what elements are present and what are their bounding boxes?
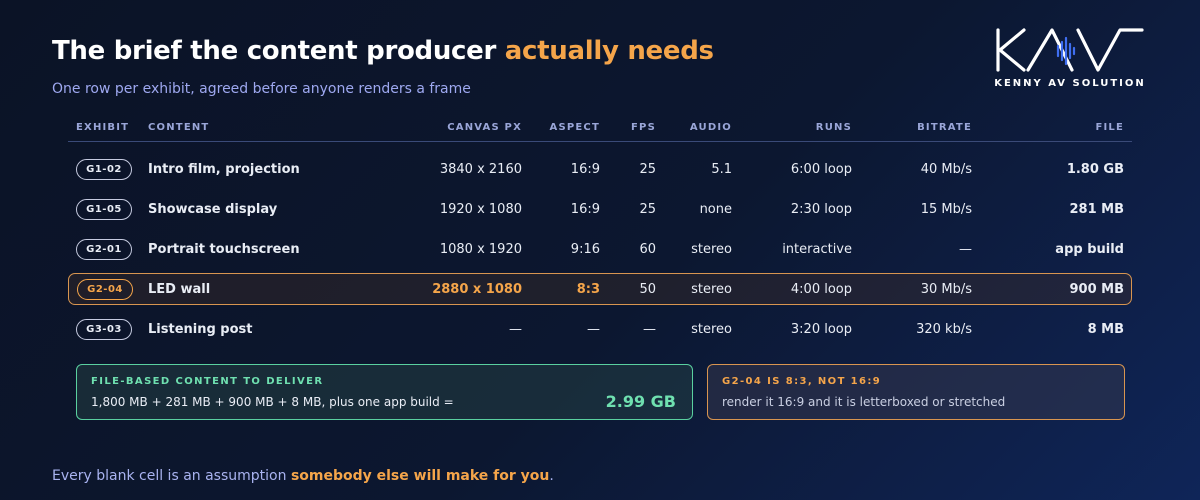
exhibit-pill: G1-05 [76, 199, 132, 220]
cell-audio: none [699, 202, 732, 217]
footer-accent: somebody else will make for you [290, 468, 550, 484]
header-exhibit: EXHIBIT [76, 122, 130, 133]
footer-note: Every blank cell is an assumption somebo… [52, 468, 554, 484]
header-aspect: ASPECT [549, 122, 600, 133]
logo: KENNY AV SOLUTION [990, 26, 1150, 92]
page-subtitle: One row per exhibit, agreed before anyon… [52, 81, 471, 97]
cell-aspect: 9:16 [570, 242, 600, 257]
cell-aspect: — [587, 322, 600, 337]
cell-canvas: 1080 x 1920 [439, 242, 522, 257]
cell-fps: 50 [639, 282, 656, 297]
exhibit-table: EXHIBIT CONTENT CANVAS PX ASPECT FPS AUD… [68, 112, 1132, 340]
cell-bitrate: 40 Mb/s [920, 162, 972, 177]
table-row: G1-05 Showcase display 1920 x 1080 16:9 … [68, 194, 1132, 226]
cell-runs: 3:20 loop [790, 322, 852, 337]
cell-audio: stereo [691, 322, 732, 337]
cell-audio: stereo [691, 282, 732, 297]
cell-aspect: 16:9 [570, 162, 600, 177]
cell-canvas: — [509, 322, 522, 337]
header-content: CONTENT [148, 122, 210, 133]
summary-text: 1,800 MB + 281 MB + 900 MB + 8 MB, plus … [91, 395, 454, 409]
cell-file: 900 MB [1069, 282, 1124, 297]
cell-bitrate: — [959, 242, 972, 257]
cell-runs: 4:00 loop [790, 282, 852, 297]
cell-file: 8 MB [1087, 322, 1124, 337]
cell-file: app build [1055, 242, 1124, 257]
cell-runs: 6:00 loop [790, 162, 852, 177]
cell-content: Showcase display [148, 202, 278, 217]
header-bitrate: BITRATE [917, 122, 972, 133]
exhibit-pill: G2-01 [76, 239, 132, 260]
delivery-summary-box: FILE-BASED CONTENT TO DELIVER 1,800 MB +… [76, 364, 693, 420]
footer-end: . [549, 468, 554, 484]
header-file: FILE [1095, 122, 1124, 133]
header-canvas: CANVAS PX [447, 122, 522, 133]
page-title: The brief the content producer actually … [52, 36, 714, 66]
cell-aspect: 16:9 [570, 202, 600, 217]
summary-total: 2.99 GB [605, 392, 676, 411]
cell-bitrate: 30 Mb/s [920, 282, 972, 297]
cell-fps: 25 [639, 162, 656, 177]
cell-canvas: 1920 x 1080 [439, 202, 522, 217]
table-row: G2-01 Portrait touchscreen 1080 x 1920 9… [68, 234, 1132, 266]
cell-file: 1.80 GB [1066, 162, 1124, 177]
cell-bitrate: 320 kb/s [916, 322, 972, 337]
cell-audio: 5.1 [711, 162, 732, 177]
cell-runs: 2:30 loop [790, 202, 852, 217]
exhibit-pill: G3-03 [76, 319, 132, 340]
cell-content: Portrait touchscreen [148, 242, 300, 257]
footer-main: Every blank cell is an assumption [52, 468, 291, 484]
warning-text: render it 16:9 and it is letterboxed or … [722, 395, 1006, 409]
logo-text: KENNY AV SOLUTION [994, 78, 1146, 89]
warning-title: G2-04 IS 8:3, NOT 16:9 [722, 376, 882, 387]
cell-aspect: 8:3 [576, 282, 600, 297]
header-fps: FPS [631, 122, 656, 133]
cell-canvas: 3840 x 2160 [439, 162, 522, 177]
cell-file: 281 MB [1069, 202, 1124, 217]
table-row-highlighted: G2-04 LED wall 2880 x 1080 8:3 50 stereo… [68, 273, 1132, 305]
cell-audio: stereo [691, 242, 732, 257]
cell-fps: — [643, 322, 656, 337]
header-runs: RUNS [815, 122, 852, 133]
logo-mark-icon [996, 28, 1144, 72]
title-main: The brief the content producer [52, 36, 505, 66]
aspect-warning-box: G2-04 IS 8:3, NOT 16:9 render it 16:9 an… [707, 364, 1125, 420]
cell-fps: 25 [639, 202, 656, 217]
cell-canvas: 2880 x 1080 [432, 282, 522, 297]
cell-bitrate: 15 Mb/s [920, 202, 972, 217]
cell-content: LED wall [148, 282, 211, 297]
cell-fps: 60 [639, 242, 656, 257]
exhibit-pill: G2-04 [77, 279, 133, 300]
cell-content: Intro film, projection [148, 162, 300, 177]
header-audio: AUDIO [689, 122, 732, 133]
exhibit-pill: G1-02 [76, 159, 132, 180]
summary-title: FILE-BASED CONTENT TO DELIVER [91, 376, 324, 387]
cell-content: Listening post [148, 322, 253, 337]
table-header: EXHIBIT CONTENT CANVAS PX ASPECT FPS AUD… [68, 112, 1132, 142]
title-accent: actually needs [504, 36, 714, 66]
table-row: G1-02 Intro film, projection 3840 x 2160… [68, 154, 1132, 186]
table-row: G3-03 Listening post — — — stereo 3:20 l… [68, 314, 1132, 346]
cell-runs: interactive [782, 242, 852, 257]
